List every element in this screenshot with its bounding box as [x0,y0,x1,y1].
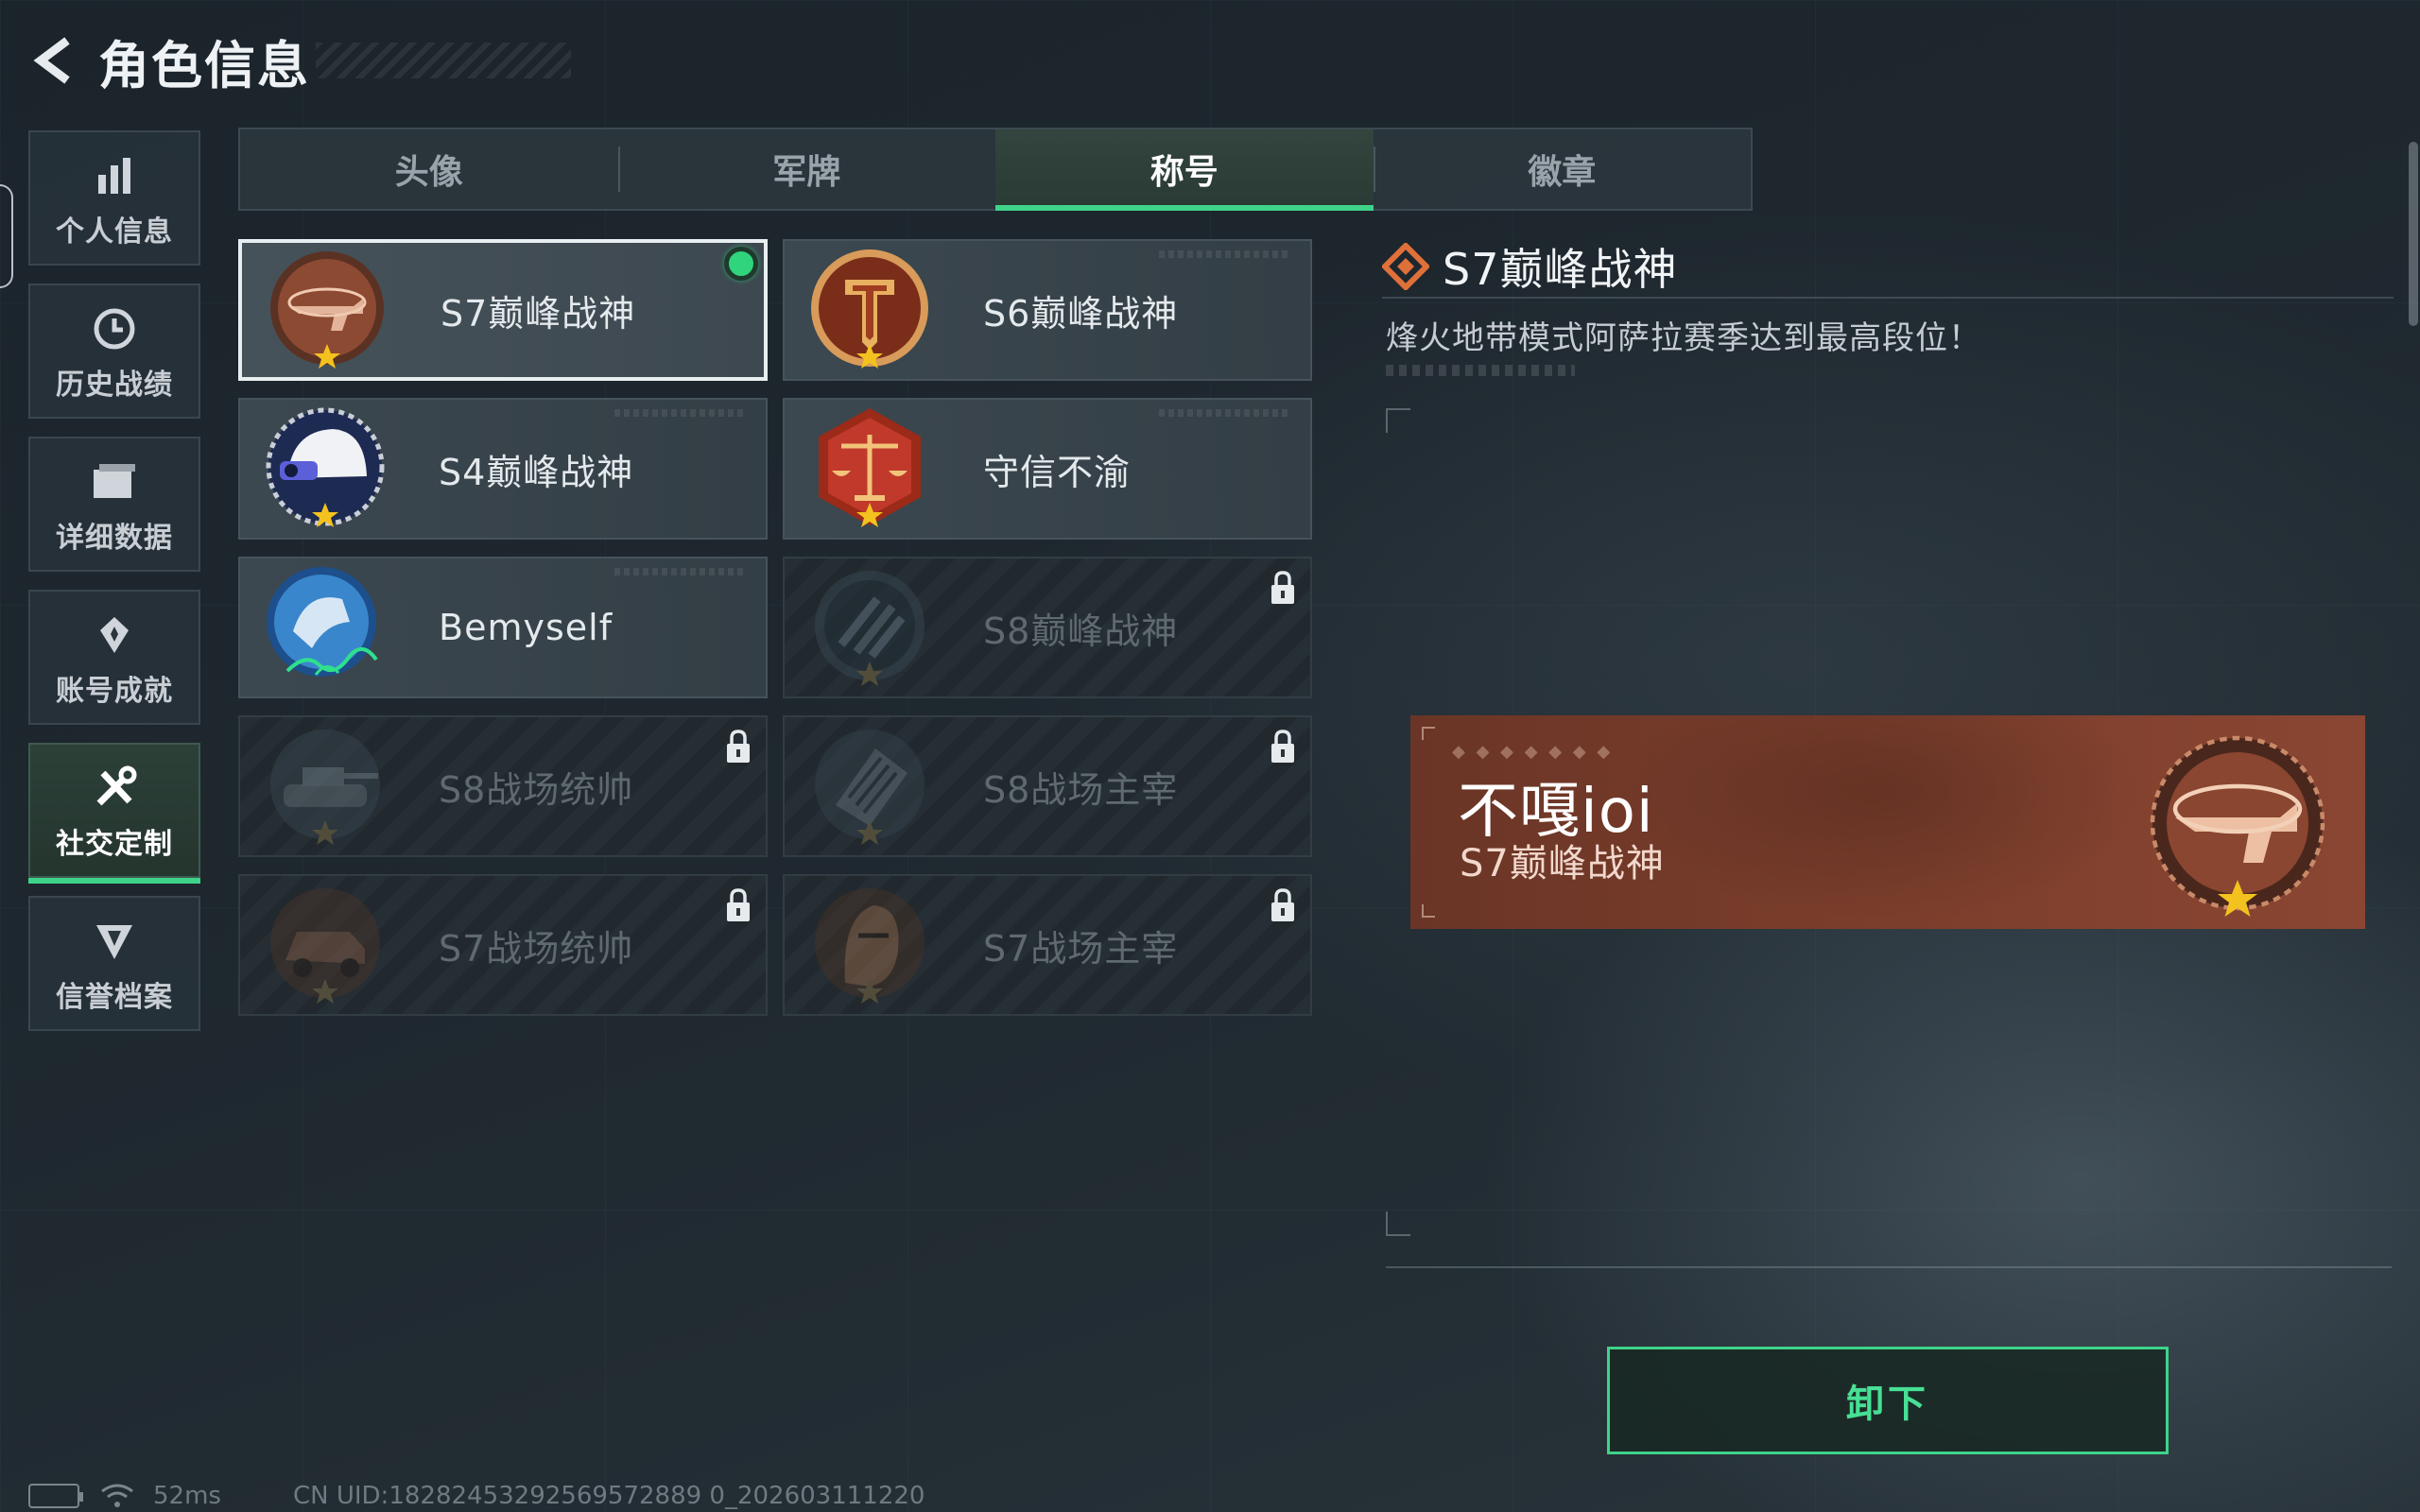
sidebar-item-label: 信誉档案 [56,980,173,1014]
wifi-icon [101,1484,133,1507]
sidebar-item-profile[interactable]: 个人信息 [28,130,200,266]
title-name: 守信不渝 [983,451,1132,493]
sidebar-item-label: 社交定制 [56,827,173,861]
preview-corner [1422,904,1435,918]
back-arrow-icon [33,37,70,84]
sidebar-item-achievements[interactable]: 账号成就 [28,590,200,725]
reputation-icon [86,913,143,970]
ping-value: 52ms [153,1482,221,1510]
folder-icon [86,454,143,510]
sidebar-item-label: 详细数据 [56,521,173,555]
achievement-icon [86,607,143,663]
lock-icon [1271,730,1294,763]
tab-dogtag[interactable]: 军牌 [617,129,996,209]
back-button[interactable] [26,30,87,91]
header: 角色信息 [26,26,571,95]
lock-icon [727,730,750,763]
page-title: 角色信息 [98,35,310,95]
scrollbar[interactable] [2409,142,2418,326]
card-decoration [1159,409,1291,417]
title-card[interactable]: S8战场主宰 [783,715,1312,857]
tools-icon [86,760,143,816]
title-card[interactable]: S8战场统帅 [238,715,768,857]
unequip-button[interactable]: 卸下 [1607,1347,2169,1454]
battery-charging-icon [28,1484,83,1508]
title-card[interactable]: S6巅峰战神 [783,239,1312,381]
lock-icon [727,888,750,921]
title-name: S8战场主宰 [983,768,1179,811]
unequip-label: 卸下 [1846,1383,1929,1426]
title-card[interactable]: S7战场统帅 [238,874,768,1016]
detail-header: S7巅峰战神 [1382,236,2394,299]
sidebar-item-label: 个人信息 [56,215,173,249]
preview-corner [1422,727,1435,740]
title-name: S8战场统帅 [439,768,634,811]
preview-decoration: ◆ ◆ ◆ ◆ ◆ ◆ ◆ [1452,742,1614,762]
sidebar-item-label: 历史战绩 [56,368,173,402]
bar-chart-icon [86,147,143,204]
vehicle-badge [270,888,380,1004]
title-name: S7战场主宰 [983,927,1179,970]
diamond-title-icon [1382,243,1429,290]
title-name: Bemyself [439,607,614,648]
building-badge [815,730,925,845]
title-name: S7巅峰战神 [441,292,636,335]
title-name: S6巅峰战神 [983,292,1179,335]
sidebar-item-details[interactable]: 详细数据 [28,437,200,572]
title-name: S4巅峰战神 [439,451,634,493]
title-preview-card: ◆ ◆ ◆ ◆ ◆ ◆ ◆ 不嘎ioi S7巅峰战神 [1410,715,2365,929]
shield-t-badge [811,249,928,369]
soldier-face-badge [815,888,925,1004]
tab-badge[interactable]: 徽章 [1373,129,1752,209]
title-card[interactable]: 守信不渝 [783,398,1312,540]
sidebar-item-social[interactable]: 社交定制 [28,743,200,884]
history-clock-icon [86,301,143,357]
title-card[interactable]: Bemyself [238,557,768,698]
frame-corner [1386,408,1410,433]
title-card[interactable]: S7战场主宰 [783,874,1312,1016]
status-bar: 52ms CN UID:18282453292569572889 0_20260… [28,1481,925,1511]
category-tabs: 头像 军牌 称号 徽章 [238,128,1753,211]
user-uid: CN UID:18282453292569572889 0_2026031112… [292,1482,925,1510]
detail-decoration [1386,365,1575,376]
tab-avatar[interactable]: 头像 [240,129,618,209]
sidebar-item-reputation[interactable]: 信誉档案 [28,896,200,1031]
title-decoration [316,43,571,78]
title-card[interactable]: S7巅峰战神 [238,239,768,381]
preview-title-name: S7巅峰战神 [1460,842,1665,885]
tank-badge [270,730,380,845]
gun-bronze-badge [2150,735,2325,917]
title-card[interactable]: S4巅峰战神 [238,398,768,540]
card-decoration [614,409,747,417]
detail-description: 烽火地带模式阿萨拉赛季达到最高段位！ [1386,319,1981,357]
card-decoration [614,568,747,576]
sidebar-item-label: 账号成就 [56,674,173,708]
side-drawer-handle[interactable] [0,184,13,288]
lock-icon [1271,888,1294,921]
detail-title: S7巅峰战神 [1443,244,1678,295]
sidebar: 个人信息 历史战绩 详细数据 账号成就 社交定制 信誉档案 [28,130,200,1049]
title-name: S8巅峰战神 [983,610,1179,652]
title-grid: S7巅峰战神 S6巅峰战神 S4巅峰战神 守信不渝 Bemyself S8巅峰战… [238,239,1312,1016]
sidebar-item-history[interactable]: 历史战绩 [28,284,200,419]
blue-signature-badge [267,567,378,677]
stripes-badge [815,571,925,686]
lock-icon [1271,571,1294,604]
tab-title[interactable]: 称号 [995,129,1374,211]
title-card[interactable]: S8巅峰战神 [783,557,1312,698]
divider [1386,1266,2392,1268]
frame-corner [1386,1211,1410,1236]
gun-bronze-badge [270,251,384,369]
title-name: S7战场统帅 [439,927,634,970]
equipped-indicator [724,247,758,281]
helmet-badge [266,407,385,527]
scales-badge [819,408,921,527]
card-decoration [1159,250,1291,258]
